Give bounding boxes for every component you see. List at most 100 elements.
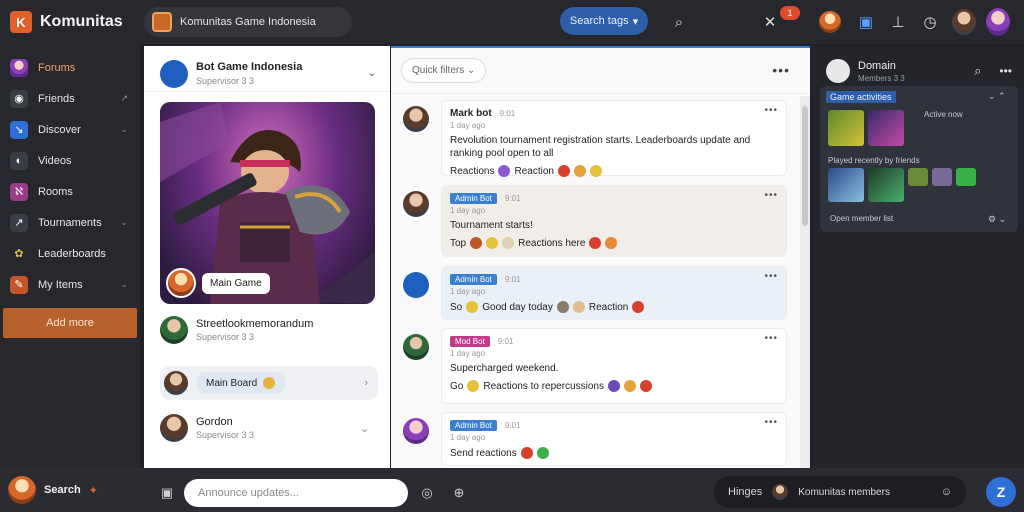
reaction-label: So (450, 301, 463, 313)
author-name: Bot Game Indonesia (196, 61, 303, 73)
heart-icon[interactable] (632, 301, 645, 313)
message-menu-icon[interactable]: ••• (764, 417, 778, 428)
alarm-icon[interactable]: ◷ (918, 10, 942, 34)
emoji-icon[interactable] (466, 301, 479, 313)
account-avatar[interactable] (986, 8, 1010, 36)
settings-icon[interactable]: ⚙ ⌄ (988, 214, 1006, 225)
sticker-icon[interactable]: ⊕ (448, 482, 470, 504)
sidebar-item-videos[interactable]: ◐ Videos (0, 145, 140, 176)
sidebar-item-discover[interactable]: ↘ Discover ⌄ (0, 114, 140, 145)
more-options-icon[interactable]: ••• (999, 64, 1012, 78)
chat-message[interactable]: Admin Bot 9:01 1 day ago So Good day toda… (403, 266, 787, 320)
sidebar-item-friends[interactable]: ◉ Friends ↗ (0, 83, 140, 114)
chat-scrollbar[interactable] (800, 96, 810, 468)
user-avatar[interactable] (952, 9, 976, 35)
message-menu-icon[interactable]: ••• (764, 271, 778, 282)
sidebar-item-my-items[interactable]: ✎ My Items ⌄ (0, 269, 140, 300)
emoji-picker-icon[interactable]: ◎ (416, 482, 438, 504)
emoji-icon[interactable] (467, 380, 480, 392)
sidebar-item-leaderboards[interactable]: ✿ Leaderboards (0, 238, 140, 269)
author-avatar[interactable] (160, 59, 188, 88)
emoji-icon[interactable] (639, 380, 652, 392)
chat-message[interactable]: Mod Bot 9:01 1 day ago Supercharged weeke… (403, 328, 787, 404)
emoji-icon[interactable] (607, 380, 620, 392)
emoji-icon[interactable] (536, 447, 549, 459)
emoji-icon[interactable] (557, 165, 570, 177)
message-subtitle: 1 day ago (450, 349, 486, 358)
game-thumbnail[interactable] (828, 168, 864, 202)
game-thumbnail[interactable] (908, 168, 928, 186)
game-thumbnail[interactable] (932, 168, 952, 186)
game-thumbnail[interactable] (868, 168, 904, 202)
search-icon[interactable]: ⌕ (667, 10, 691, 34)
reaction-row: Reactions Reaction (450, 165, 778, 177)
gear-icon[interactable]: ✦ (89, 484, 98, 497)
compass-icon: ◉ (10, 89, 28, 108)
emoji-icon[interactable] (605, 237, 618, 249)
chevron-down-icon[interactable]: ⌄ (368, 68, 376, 79)
game-thumbnail[interactable] (956, 168, 976, 186)
chart-icon: ↘ (10, 120, 28, 139)
arrow-icon: ↗ (10, 213, 28, 232)
chat-message[interactable]: Admin Bot 9:01 1 day ago Send reactions •… (403, 412, 787, 466)
group-selector[interactable]: Komunitas Game Indonesia (144, 7, 352, 37)
hero-image[interactable]: Main Game (160, 102, 375, 304)
emoji-icon[interactable] (486, 237, 499, 249)
smile-icon[interactable]: ☺ (941, 486, 952, 498)
brand-logo-icon: K (10, 11, 32, 33)
chevron-icon[interactable]: ⌄ ⌃ (988, 91, 1006, 102)
emoji-icon[interactable] (572, 301, 585, 313)
sidebar-item-label: Videos (38, 154, 72, 167)
message-menu-icon[interactable]: ••• (764, 105, 778, 116)
notification-badge[interactable]: 1 (780, 6, 800, 20)
direct-message-box[interactable]: Hinges Komunitas members ☺ (714, 476, 966, 508)
more-options-icon[interactable]: ••• (772, 62, 790, 78)
sidebar-item-tournaments[interactable]: ↗ Tournaments ⌄ (0, 207, 140, 238)
emoji-icon[interactable] (589, 165, 602, 177)
game-thumbnail[interactable] (828, 110, 864, 146)
search-tags-button[interactable]: Search tags ▾ (560, 7, 648, 35)
emoji-icon[interactable] (556, 301, 569, 313)
chat-message[interactable]: Mark bot 9:01 1 day ago Revolution tourna… (403, 100, 787, 177)
message-text: Supercharged weekend. (450, 363, 559, 374)
current-user[interactable]: Search ✦ (8, 476, 98, 504)
emoji-icon[interactable] (520, 447, 533, 459)
emoji-icon[interactable] (470, 237, 483, 249)
sword-icon[interactable]: ✕ (758, 10, 782, 34)
emoji-icon[interactable] (502, 237, 515, 249)
chevron-down-icon[interactable]: ⌄ (360, 422, 369, 435)
message-menu-icon[interactable]: ••• (764, 333, 778, 344)
search-icon[interactable]: ⌕ (974, 63, 981, 79)
profile-avatar[interactable] (819, 11, 841, 33)
compose-input[interactable]: Announce updates... (184, 479, 408, 507)
scrollbar-thumb[interactable] (802, 106, 808, 226)
member-name: Streetlookmemorandum (196, 318, 314, 330)
message-menu-icon[interactable]: ••• (764, 190, 778, 201)
compose-fab-button[interactable]: Z (986, 477, 1016, 507)
reaction-row: Send reactions (450, 447, 778, 459)
emoji-icon[interactable] (498, 165, 511, 177)
list-item[interactable]: Streetlookmemorandum Supervisor 3 3 (160, 316, 313, 344)
emoji-icon[interactable] (623, 380, 636, 392)
list-item[interactable]: Gordon Supervisor 3 3 ⌄ (160, 414, 369, 442)
brand[interactable]: K Komunitas (0, 11, 140, 33)
domain-avatar[interactable] (826, 59, 850, 83)
sidebar-item-rooms[interactable]: ℵ Rooms (0, 176, 140, 207)
pin-icon[interactable]: ⊥ (886, 10, 910, 34)
game-thumbnail[interactable] (868, 110, 904, 146)
board-chip[interactable]: Main Board › (160, 366, 378, 400)
sidebar-item-forums[interactable]: Forums (0, 52, 140, 83)
attach-icon[interactable]: ▣ (156, 482, 178, 504)
chat-header: Quick filters ⌄ (391, 48, 810, 94)
emoji-icon[interactable] (589, 237, 602, 249)
message-username: Admin Bot (450, 274, 497, 285)
emoji-icon[interactable] (573, 165, 586, 177)
message-bubble: Mod Bot 9:01 1 day ago Supercharged weeke… (441, 328, 787, 404)
open-member-list-link[interactable]: Open member list (830, 214, 893, 223)
message-subtitle: 1 day ago (450, 287, 486, 296)
monitor-icon[interactable]: ▣ (854, 10, 878, 34)
chat-message[interactable]: Admin Bot 9:01 1 day ago Tournament start… (403, 185, 787, 257)
quick-filter-dropdown[interactable]: Quick filters ⌄ (401, 58, 487, 83)
author-subtitle: Supervisor 3 3 (196, 76, 255, 86)
add-more-button[interactable]: Add more (3, 308, 137, 338)
